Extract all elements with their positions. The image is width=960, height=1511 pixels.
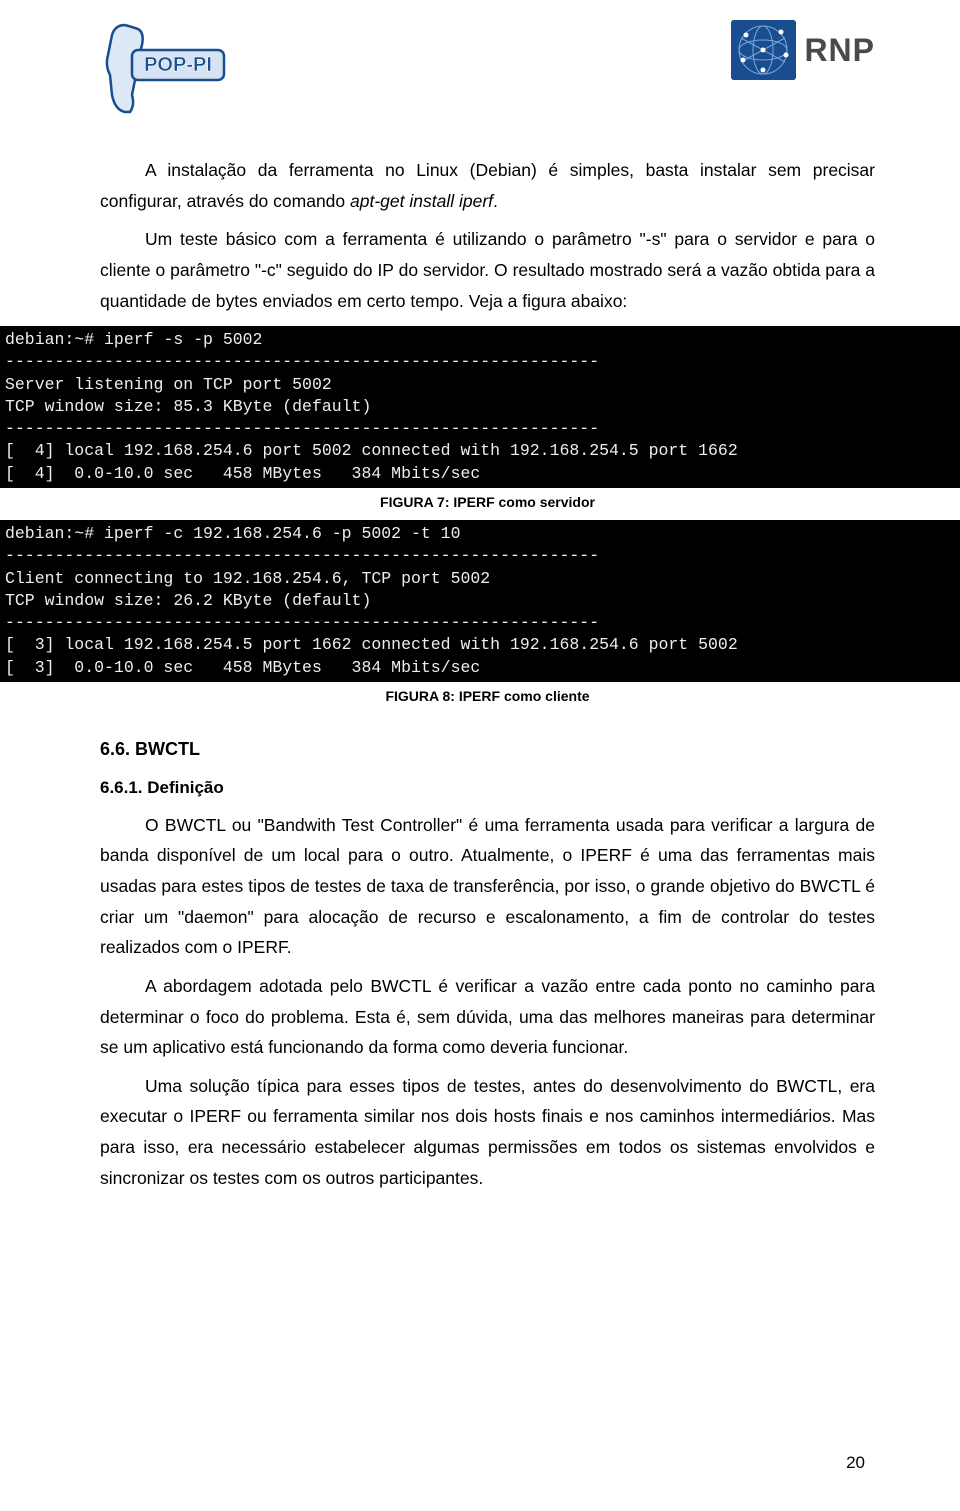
paragraph-1: A instalação da ferramenta no Linux (Deb… xyxy=(100,155,875,216)
para5-text: Uma solução típica para esses tipos de t… xyxy=(100,1076,875,1188)
terminal-output-server: debian:~# iperf -s -p 5002 -------------… xyxy=(0,326,960,488)
rnp-icon xyxy=(731,20,796,80)
paragraph-4: A abordagem adotada pelo BWCTL é verific… xyxy=(100,971,875,1063)
rnp-label: RNP xyxy=(804,32,875,69)
terminal-output-client: debian:~# iperf -c 192.168.254.6 -p 5002… xyxy=(0,520,960,682)
rnp-logo: RNP xyxy=(731,20,875,80)
para4-text: A abordagem adotada pelo BWCTL é verific… xyxy=(100,976,875,1057)
figure-8-caption: FIGURA 8: IPERF como cliente xyxy=(100,688,875,704)
pop-pi-logo: POP-PI xyxy=(100,20,230,115)
figure-7-caption: FIGURA 7: IPERF como servidor xyxy=(100,494,875,510)
fig8-text: IPERF como cliente xyxy=(459,688,590,704)
fig7-label: FIGURA 7: xyxy=(380,494,453,510)
page-number: 20 xyxy=(846,1453,865,1473)
page-header: POP-PI RNP xyxy=(100,20,875,115)
fig7-text: IPERF como servidor xyxy=(453,494,595,510)
para2-text: Um teste básico com a ferramenta é utili… xyxy=(100,229,875,310)
heading-bwctl: 6.6. BWCTL xyxy=(100,739,875,760)
heading-definicao: 6.6.1. Definição xyxy=(100,778,875,798)
pop-pi-text: POP-PI xyxy=(144,54,212,76)
para1-italic: apt-get install iperf xyxy=(350,191,493,211)
paragraph-2: Um teste básico com a ferramenta é utili… xyxy=(100,224,875,316)
fig8-label: FIGURA 8: xyxy=(385,688,458,704)
para1-text-c: . xyxy=(493,191,498,211)
paragraph-3: O BWCTL ou "Bandwith Test Controller" é … xyxy=(100,810,875,963)
para3-text: O BWCTL ou "Bandwith Test Controller" é … xyxy=(100,815,875,958)
paragraph-5: Uma solução típica para esses tipos de t… xyxy=(100,1071,875,1194)
